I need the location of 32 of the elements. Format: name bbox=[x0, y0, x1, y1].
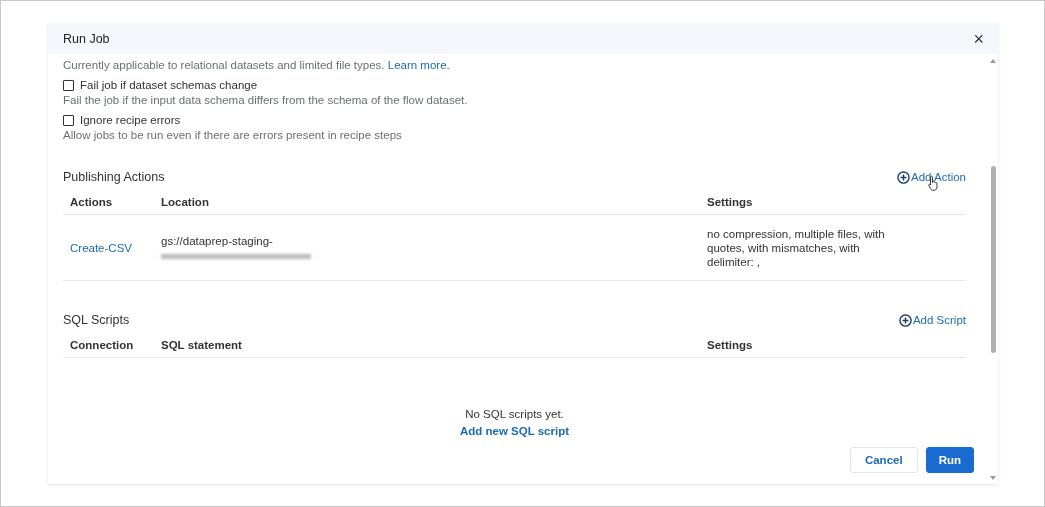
close-button[interactable]: × bbox=[973, 29, 984, 48]
help-text: Currently applicable to relational datasets and limited file types. Learn more. bbox=[63, 59, 451, 71]
add-sql-link[interactable]: Add new SQL script bbox=[459, 425, 570, 437]
column-header: SQL statement bbox=[154, 339, 700, 358]
column-header: Settings bbox=[700, 196, 966, 215]
checkbox[interactable] bbox=[63, 114, 74, 126]
column-header: Connection bbox=[63, 339, 154, 358]
option-description: Allow jobs to be run even if there are errors present in recipe steps bbox=[63, 129, 403, 141]
empty-message: No SQL scripts yet. bbox=[465, 408, 564, 420]
dialog-title: Run Job bbox=[63, 31, 110, 46]
table-cell-text: gs://dataprep-staging- bbox=[161, 234, 274, 248]
checkbox-label: Fail job if dataset schemas change bbox=[80, 79, 258, 91]
scroll-up-icon[interactable] bbox=[990, 59, 996, 63]
checkbox-label: Ignore recipe errors bbox=[80, 114, 181, 126]
section-title: Publishing Actions bbox=[63, 170, 165, 184]
run-button[interactable]: Run bbox=[925, 447, 974, 473]
cancel-button[interactable]: Cancel bbox=[849, 447, 918, 473]
learn-more-link[interactable]: Learn more. bbox=[387, 59, 450, 71]
scroll-down-icon[interactable] bbox=[990, 476, 996, 480]
column-header: Actions bbox=[63, 196, 154, 215]
column-header: Location bbox=[154, 196, 700, 215]
checkbox[interactable] bbox=[63, 79, 74, 91]
add-icon bbox=[897, 170, 910, 184]
column-header: Settings bbox=[700, 339, 966, 358]
scrollbar-thumb[interactable] bbox=[991, 166, 996, 353]
add-icon bbox=[898, 313, 912, 327]
section-title: SQL Scripts bbox=[63, 313, 130, 327]
table-cell-text: no compression, multiple files, with quotes, with mismatches, with delimiter: , bbox=[707, 227, 886, 269]
add-button[interactable]: Add Action bbox=[897, 170, 966, 184]
action-link[interactable]: Create-CSV bbox=[70, 242, 132, 254]
add-button[interactable]: Add Script bbox=[898, 313, 966, 327]
option-description: Fail the job if the input data schema differs from the schema of the flow dataset. bbox=[63, 94, 469, 106]
